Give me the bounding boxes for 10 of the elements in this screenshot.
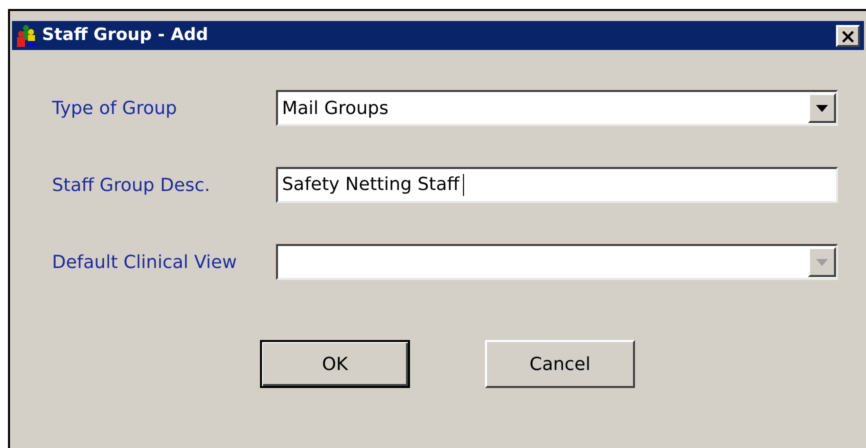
dropdown-field[interactable]: Mail Groups (276, 90, 838, 126)
text-field[interactable]: Safety Netting Staff (276, 167, 838, 203)
ok-button[interactable]: OK (260, 340, 410, 388)
cancel-button[interactable]: Cancel (485, 340, 635, 388)
field-label: Type of Group (52, 96, 178, 120)
field-label: Staff Group Desc. (52, 174, 212, 198)
window-title: Staff Group - Add (42, 24, 210, 47)
people-icon (16, 24, 38, 48)
close-button[interactable]: × (836, 24, 860, 46)
field-label: Default Clinical View (52, 250, 238, 274)
